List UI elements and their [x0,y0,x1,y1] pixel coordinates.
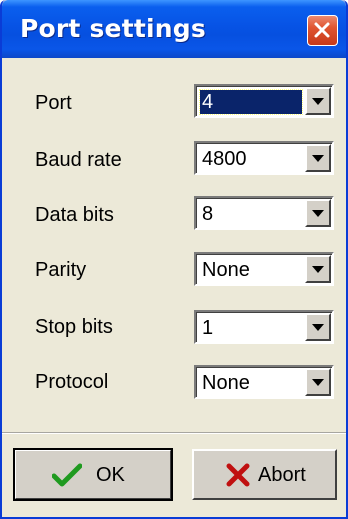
parity-label: Parity [35,259,87,281]
parity-dropdown-button[interactable] [305,255,331,283]
parity-value: None [202,259,250,281]
chevron-down-icon [312,266,324,273]
chevron-down-icon [312,155,324,162]
protocol-dropdown-button[interactable] [305,368,331,396]
baud-rate-dropdown[interactable]: 4800 [194,141,334,175]
chevron-down-icon [312,379,324,386]
abort-label: Abort [258,464,306,486]
close-button[interactable] [307,15,338,46]
x-mark-icon [226,463,250,487]
protocol-dropdown[interactable]: None [194,365,334,399]
baud-rate-dropdown-button[interactable] [305,144,331,172]
stop-bits-dropdown[interactable]: 1 [194,310,334,344]
data-bits-value: 8 [202,203,214,225]
stop-bits-value: 1 [202,317,214,339]
data-bits-dropdown-button[interactable] [305,199,331,227]
baud-rate-label: Baud rate [35,149,122,171]
parity-dropdown[interactable]: None [194,252,334,286]
port-dropdown[interactable]: 4 [194,84,334,118]
chevron-down-icon [312,210,324,217]
protocol-label: Protocol [35,371,109,393]
chevron-down-icon [312,324,324,331]
stop-bits-label: Stop bits [35,316,113,338]
ok-button[interactable]: OK [13,448,173,501]
ok-label: OK [96,464,125,486]
stop-bits-dropdown-button[interactable] [305,313,331,341]
protocol-value: None [202,372,250,394]
checkmark-icon [52,463,82,487]
chevron-down-icon [312,98,324,105]
baud-rate-value: 4800 [202,148,247,170]
port-settings-dialog: Port settings Port 4 Baud rate 4800 Data… [0,0,348,519]
data-bits-dropdown[interactable]: 8 [194,196,334,230]
close-icon [314,22,330,38]
window-title: Port settings [20,14,206,43]
port-value: 4 [199,89,303,115]
separator [2,432,346,434]
abort-button[interactable]: Abort [192,449,337,500]
title-bar[interactable]: Port settings [2,0,346,58]
data-bits-label: Data bits [35,204,114,226]
port-dropdown-button[interactable] [305,87,331,115]
port-label: Port [35,92,72,114]
